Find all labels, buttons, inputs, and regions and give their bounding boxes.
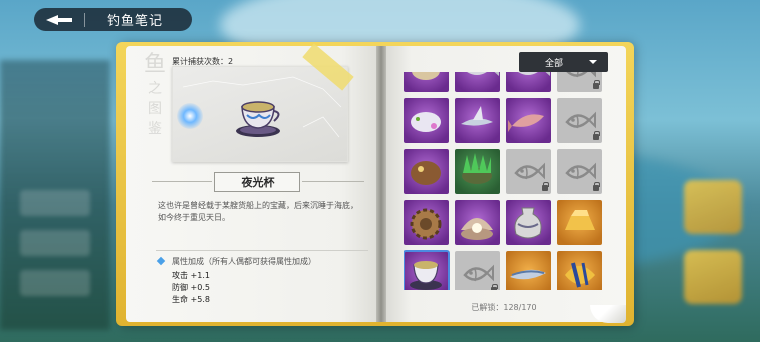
fish-slot[interactable] [455, 200, 500, 245]
teacup-icon [410, 261, 442, 290]
fish-slot[interactable] [506, 72, 551, 92]
fish-slot[interactable] [557, 98, 602, 143]
book-binding [376, 46, 386, 322]
vertical-title-char: 之 [148, 81, 162, 97]
gold-ingot-icon [565, 210, 595, 230]
fish-grid [404, 72, 604, 290]
attribute-title: 属性加成（所有人偶都可获得属性加成） [172, 257, 316, 266]
salmon-icon [508, 114, 544, 132]
catch-count: 累计捕获次数：2 [172, 57, 234, 66]
background-menu-row [20, 190, 90, 216]
background-menu-row [20, 230, 90, 256]
unlocked-count: 已解锁：128/170 [471, 303, 537, 312]
rockfish-icon [411, 161, 441, 185]
fish-slot[interactable] [455, 72, 500, 92]
fish-slot[interactable] [557, 149, 602, 194]
fish-slot[interactable] [404, 149, 449, 194]
fish-description: 这也许是曾经载于某艘货船上的宝藏，后来沉睡于海底，如今终于重见天日。 [158, 201, 358, 222]
fish-slot[interactable] [506, 251, 551, 290]
fish-item-icon [467, 72, 499, 76]
page-title: 钓鱼笔记 [107, 14, 164, 29]
vertical-title: 鱼 之 图 鉴 [143, 52, 167, 137]
sea-slug-icon [411, 112, 441, 132]
vertical-title-char: 鉴 [148, 121, 162, 137]
gear-relic-icon [410, 208, 442, 240]
fish-slot[interactable] [404, 250, 450, 290]
pearl-shell-icon [461, 218, 493, 240]
background-side-card [684, 250, 742, 304]
tropical-fish-icon [565, 262, 595, 288]
fish-slot[interactable] [455, 251, 500, 290]
fish-slot[interactable] [506, 200, 551, 245]
vase-icon [514, 207, 542, 239]
fish-slot[interactable] [404, 98, 449, 143]
fish-slot[interactable] [404, 200, 449, 245]
vertical-title-char: 图 [148, 101, 162, 117]
fish-slot[interactable] [557, 72, 602, 92]
filter-dropdown[interactable]: 全部 [519, 52, 608, 72]
chevron-down-icon [589, 60, 597, 64]
spiky-turtle-icon [462, 153, 492, 184]
fish-slot[interactable] [506, 98, 551, 143]
fish-slot[interactable] [557, 200, 602, 245]
sardine-icon [510, 269, 546, 280]
attribute-hp: 生命 +5.8 [172, 295, 210, 304]
lock-icon [593, 80, 600, 89]
lock-icon [593, 131, 600, 140]
filter-label: 全部 [544, 58, 563, 69]
back-arrow-icon [46, 14, 72, 25]
flying-fish-icon [461, 106, 493, 126]
top-header-bar: 钓鱼笔记 [34, 8, 192, 31]
fish-slot[interactable] [506, 149, 551, 194]
fish-slot[interactable] [404, 72, 449, 92]
lock-icon [542, 182, 549, 191]
fish-slot[interactable] [455, 98, 500, 143]
fish-photo [172, 66, 348, 162]
background-side-card [684, 180, 742, 234]
lock-icon [593, 182, 600, 191]
lock-icon [491, 284, 498, 290]
constellation-lines [182, 76, 342, 138]
creature-item-icon [412, 72, 440, 80]
back-button[interactable] [34, 8, 84, 31]
vertical-title-char: 鱼 [143, 52, 166, 77]
fish-item-icon [518, 72, 550, 76]
fish-slot[interactable] [557, 251, 602, 290]
background-menu-row [20, 270, 90, 296]
fish-name: 夜光杯 [241, 176, 275, 189]
attribute-attack: 攻击 +1.1 [172, 271, 210, 280]
fish-slot[interactable] [455, 149, 500, 194]
attribute-defense: 防御 +0.5 [172, 283, 210, 292]
